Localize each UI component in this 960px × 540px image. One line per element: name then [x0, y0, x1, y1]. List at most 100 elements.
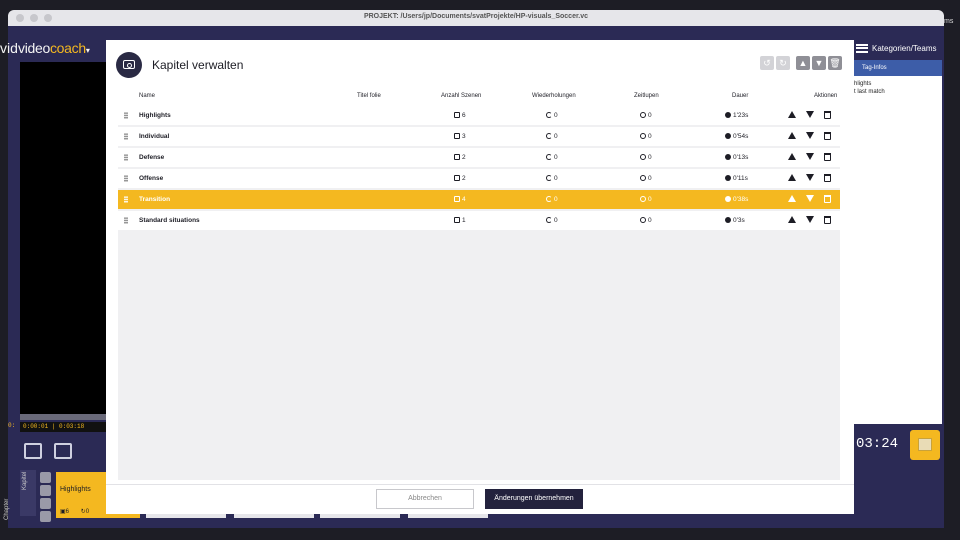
col-scene-count: Anzahl Szenen — [441, 93, 482, 99]
repeat-count: 0 — [546, 211, 558, 230]
repeat-icon — [546, 174, 552, 181]
tag-line: hlights — [854, 81, 872, 87]
move-down-icon[interactable] — [806, 216, 814, 223]
drag-handle-icon[interactable] — [124, 112, 128, 119]
redo-button[interactable]: ↻ — [776, 56, 790, 70]
chapter-name: Highlights — [139, 112, 171, 119]
apply-changes-button[interactable]: Änderungen übernehmen — [485, 489, 583, 509]
slowmo-icon — [640, 174, 646, 181]
scene-count: 6 — [454, 106, 466, 125]
slowmo-count-value: 0 — [648, 196, 652, 203]
chapter-name: Standard situations — [139, 217, 200, 224]
scene-count: 3 — [454, 127, 466, 146]
duration-icon — [725, 153, 731, 160]
scene-icon — [454, 216, 460, 223]
slowmo-count: 0 — [640, 148, 652, 167]
move-up-icon[interactable] — [788, 216, 796, 223]
move-up-icon[interactable] — [788, 132, 796, 139]
drag-handle-icon[interactable] — [124, 175, 128, 182]
video-scrubber[interactable] — [20, 414, 106, 420]
trash-icon[interactable] — [824, 216, 831, 224]
move-up-button[interactable]: ▲ — [796, 56, 810, 70]
next-button[interactable] — [40, 485, 51, 496]
col-repeats: Wiederholungen — [532, 93, 576, 99]
airplay-icon[interactable] — [24, 443, 42, 459]
scene-count: 1 — [454, 211, 466, 230]
repeat-count-value: 0 — [554, 112, 558, 119]
chapter-dialog-icon — [116, 52, 142, 78]
slowmo-icon — [640, 216, 646, 223]
drag-handle-icon[interactable] — [124, 133, 128, 140]
table-row[interactable]: Highlights 6 0 0 1'23s — [118, 106, 840, 125]
move-down-icon[interactable] — [806, 195, 814, 202]
move-up-icon[interactable] — [788, 153, 796, 160]
video-player[interactable] — [20, 62, 106, 414]
trash-icon[interactable] — [824, 195, 831, 203]
table-row[interactable]: Offense 2 0 0 0'11s — [118, 169, 840, 188]
snapshot-icon[interactable] — [54, 443, 72, 459]
table-row[interactable]: Standard situations 1 0 0 0'3s — [118, 211, 840, 230]
slowmo-icon — [640, 153, 646, 160]
duration-icon — [725, 195, 731, 202]
table-row[interactable]: Transition 4 0 0 0'38s — [118, 190, 840, 209]
footer-divider — [106, 484, 854, 485]
col-name: Name — [139, 93, 156, 99]
move-down-icon[interactable] — [806, 174, 814, 181]
categories-teams-header[interactable]: Kategorien/Teams — [856, 40, 944, 56]
app-logo[interactable]: videocoach▾ — [18, 40, 90, 56]
export-button[interactable] — [910, 430, 940, 460]
duration: 0'13s — [725, 148, 748, 167]
drag-handle-icon[interactable] — [124, 217, 128, 224]
logo-accent: coach — [49, 40, 86, 56]
timecode-left: 0: — [8, 422, 16, 429]
move-down-icon[interactable] — [806, 132, 814, 139]
cancel-button[interactable]: Abbrechen — [376, 489, 474, 509]
add-button[interactable] — [40, 511, 51, 522]
undo-button[interactable]: ↺ — [760, 56, 774, 70]
repeat-count: 0 — [546, 127, 558, 146]
scene-count: 4 — [454, 190, 466, 209]
prev-button[interactable] — [40, 472, 51, 483]
scene-count-value: 1 — [462, 217, 466, 224]
drag-handle-icon[interactable] — [124, 154, 128, 161]
repeat-icon — [546, 132, 552, 139]
screen: PROJEKT: /Users/jp/Documents/svatProjekt… — [0, 0, 960, 540]
move-down-icon[interactable] — [806, 111, 814, 118]
tab-tag-infos[interactable]: Tag-Infos — [854, 60, 942, 76]
delete-button[interactable] — [40, 498, 51, 509]
slowmo-count-value: 0 — [648, 154, 652, 161]
video-tools — [20, 438, 106, 464]
duration-icon — [725, 111, 731, 118]
move-up-icon[interactable] — [788, 195, 796, 202]
move-up-icon[interactable] — [788, 174, 796, 181]
slowmo-count-value: 0 — [648, 217, 652, 224]
repeat-count-value: 0 — [554, 217, 558, 224]
move-down-icon[interactable] — [806, 153, 814, 160]
scene-count-value: 3 — [462, 133, 466, 140]
drag-handle-icon[interactable] — [124, 196, 128, 203]
trash-icon[interactable] — [824, 132, 831, 140]
chapter-card-stats: ▣6 ↻0 — [60, 508, 89, 515]
duration-icon — [725, 216, 731, 223]
chapter-name: Transition — [139, 196, 171, 203]
chapter-card-scenes: 6 — [65, 509, 70, 515]
duration-value: 0'11s — [733, 175, 748, 182]
col-duration: Dauer — [732, 93, 749, 99]
repeat-count-value: 0 — [554, 154, 558, 161]
trash-icon[interactable] — [824, 174, 831, 182]
table-row[interactable]: Defense 2 0 0 0'13s — [118, 148, 840, 167]
repeat-count-value: 0 — [554, 196, 558, 203]
repeat-count: 0 — [546, 106, 558, 125]
duration-value: 0'54s — [733, 133, 749, 140]
trash-icon[interactable] — [824, 153, 831, 161]
slowmo-count: 0 — [640, 127, 652, 146]
move-down-button[interactable]: ▼ — [812, 56, 826, 70]
col-actions: Aktionen — [814, 93, 838, 99]
move-up-icon[interactable] — [788, 111, 796, 118]
chapter-card-title: Highlights — [60, 486, 91, 493]
logo-partial: vid — [0, 40, 18, 56]
delete-all-button[interactable]: 🗑 — [828, 56, 842, 70]
trash-icon[interactable] — [824, 111, 831, 119]
table-row[interactable]: Individual 3 0 0 0'54s — [118, 127, 840, 146]
chapters-table: Name Titel folie Anzahl Szenen Wiederhol… — [118, 92, 840, 480]
